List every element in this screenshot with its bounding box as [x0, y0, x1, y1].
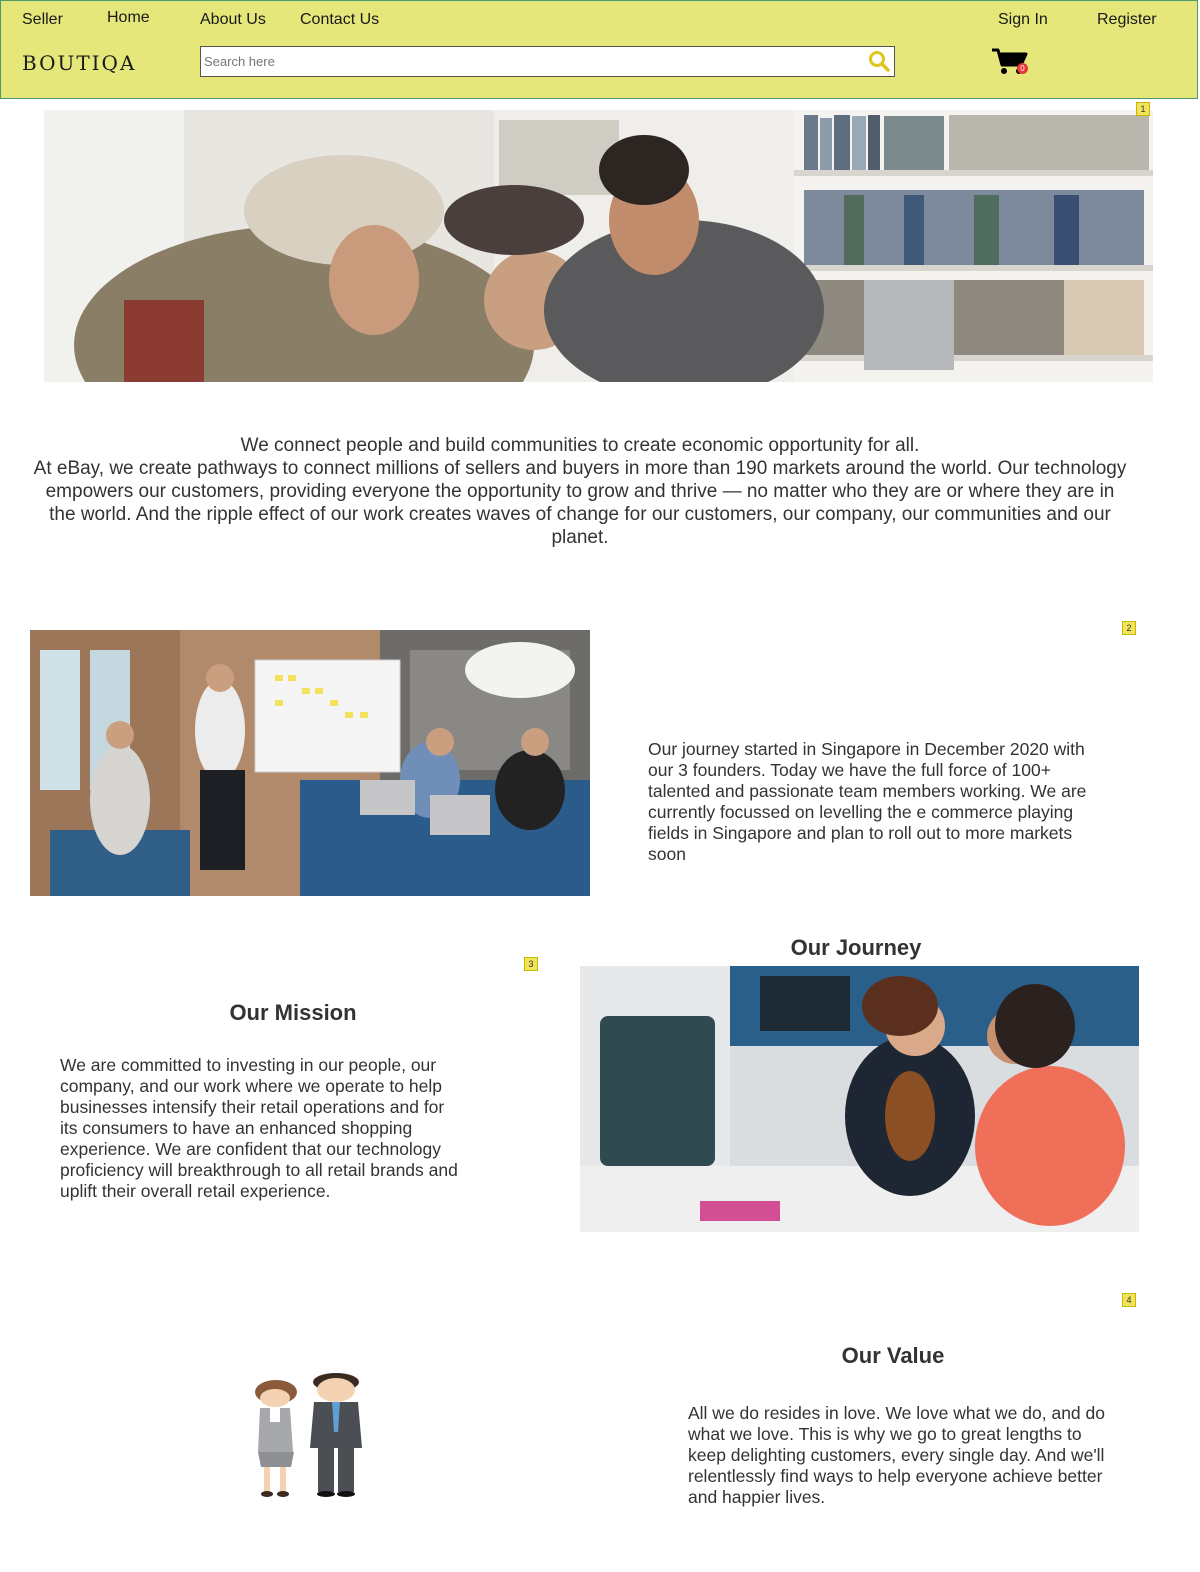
nav-contact-link[interactable]: Contact Us	[300, 11, 379, 29]
nav-seller-link[interactable]: Seller	[22, 11, 63, 29]
value-text: All we do resides in love. We love what …	[688, 1403, 1105, 1507]
intro-headline: We connect people and build communities …	[240, 435, 920, 456]
section-marker-2: 2	[1122, 621, 1136, 635]
cart-button[interactable]: 0	[991, 47, 1031, 77]
search-input[interactable]	[201, 47, 851, 76]
nav-home-link[interactable]: Home	[107, 9, 150, 27]
search-bar	[200, 46, 895, 77]
hero-team-photo	[44, 110, 1153, 382]
nav-register-link[interactable]: Register	[1097, 11, 1157, 29]
nav-about-link[interactable]: About Us	[200, 11, 266, 29]
intro-text: We connect people and build communities …	[30, 434, 1130, 549]
search-icon[interactable]	[868, 50, 890, 72]
mission-text: We are committed to investing in our peo…	[60, 1055, 458, 1201]
brand-logo[interactable]: BOUTIQA	[22, 51, 136, 75]
mission-heading: Our Mission	[229, 1000, 357, 1025]
intro-body: At eBay, we create pathways to connect m…	[33, 458, 1127, 548]
section-marker-3: 3	[524, 957, 538, 971]
cart-count-badge: 0	[1017, 63, 1028, 74]
navbar: Seller Home About Us Contact Us Sign In …	[0, 0, 1198, 99]
bowing-couple-illustration	[248, 1372, 366, 1498]
section-marker-1: 1	[1136, 102, 1150, 116]
journey-text: Our journey started in Singapore in Dece…	[648, 739, 1087, 864]
nav-sign-in-link[interactable]: Sign In	[998, 11, 1048, 29]
value-heading: Our Value	[841, 1343, 945, 1368]
mission-meeting-photo	[580, 966, 1139, 1232]
journey-office-photo	[30, 630, 590, 896]
journey-heading: Our Journey	[790, 935, 922, 960]
section-marker-4: 4	[1122, 1293, 1136, 1307]
